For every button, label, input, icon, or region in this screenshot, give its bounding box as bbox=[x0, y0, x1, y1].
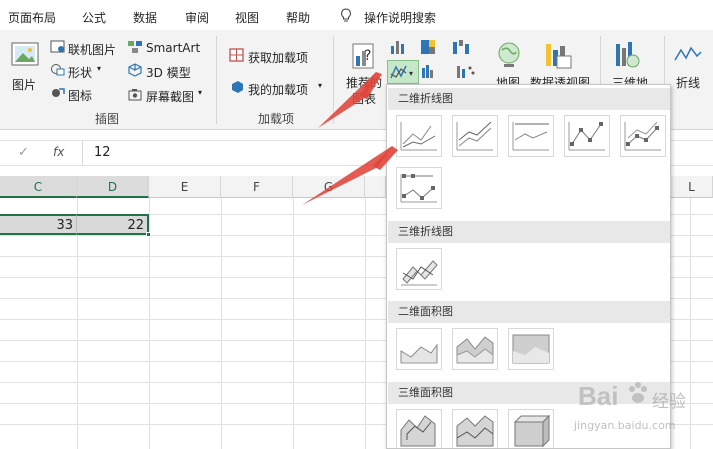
icons-button[interactable]: 图标 bbox=[68, 87, 92, 104]
function-icon[interactable]: fx bbox=[53, 145, 64, 159]
section-3d-line-header: 三维折线图 bbox=[388, 221, 670, 243]
chart-option-100-line-markers[interactable] bbox=[396, 167, 442, 209]
recommended-charts-icon[interactable]: ? bbox=[350, 42, 378, 75]
my-addins-button[interactable]: 我的加载项 bbox=[248, 81, 308, 98]
column-header-f[interactable]: F bbox=[221, 176, 293, 198]
chart-option-3d-stacked-area[interactable] bbox=[452, 409, 498, 448]
chart-option-3d-area[interactable] bbox=[396, 409, 442, 448]
chart-option-stacked-line[interactable] bbox=[452, 115, 498, 157]
my-addins-dropdown-icon[interactable]: ▾ bbox=[318, 81, 322, 90]
model-3d-button[interactable]: 3D 模型 bbox=[146, 64, 191, 81]
chart-option-stacked-area[interactable] bbox=[452, 328, 498, 370]
online-picture-icon[interactable] bbox=[50, 40, 66, 57]
column-header-d[interactable]: D bbox=[77, 176, 149, 198]
menu-view[interactable]: 视图 bbox=[235, 9, 259, 26]
line-chart-icon[interactable]: ▾ bbox=[387, 60, 419, 84]
icons-icon[interactable] bbox=[50, 86, 66, 103]
enter-check-icon[interactable]: ✓ bbox=[18, 145, 29, 160]
formula-divider bbox=[82, 141, 83, 165]
recommended-charts-label-1[interactable]: 推荐的 bbox=[346, 74, 382, 91]
smartart-button[interactable]: SmartArt bbox=[146, 41, 200, 55]
map-3d-icon[interactable] bbox=[612, 40, 642, 73]
column-header-l[interactable]: L bbox=[671, 176, 713, 198]
hierarchy-chart-icon[interactable] bbox=[419, 38, 439, 59]
column-header-hidden[interactable] bbox=[365, 176, 386, 198]
menu-help[interactable]: 帮助 bbox=[286, 9, 310, 26]
chart-option-stacked-line-markers[interactable] bbox=[620, 115, 666, 157]
screenshot-dropdown-icon[interactable]: ▾ bbox=[198, 88, 202, 97]
get-addins-button[interactable]: 获取加载项 bbox=[248, 49, 308, 66]
column-header-c[interactable]: C bbox=[0, 176, 77, 198]
tell-me-search[interactable]: 操作说明搜索 bbox=[364, 9, 436, 26]
paw-icon bbox=[626, 381, 650, 410]
shapes-icon[interactable] bbox=[50, 63, 66, 80]
chart-option-line[interactable] bbox=[396, 115, 442, 157]
chart-option-line-markers[interactable] bbox=[564, 115, 610, 157]
group-separator bbox=[333, 36, 334, 124]
column-header-e[interactable]: E bbox=[149, 176, 221, 198]
chart-option-3d-line[interactable] bbox=[396, 248, 442, 290]
my-addins-icon[interactable] bbox=[229, 80, 245, 97]
screenshot-button[interactable]: 屏幕截图 bbox=[146, 88, 194, 105]
section-2d-line-header: 二维折线图 bbox=[388, 88, 670, 110]
chart-option-area[interactable] bbox=[396, 328, 442, 370]
svg-text:?: ? bbox=[364, 48, 371, 64]
menu-bar: 页面布局 公式 数据 审阅 视图 帮助 操作说明搜索 bbox=[0, 0, 713, 30]
store-icon[interactable] bbox=[229, 48, 245, 65]
menu-review[interactable]: 审阅 bbox=[185, 9, 209, 26]
maps-globe-icon[interactable] bbox=[496, 40, 522, 73]
cube-3d-icon[interactable] bbox=[127, 63, 143, 80]
cell-d-value[interactable]: 22 bbox=[77, 214, 149, 235]
online-picture-button[interactable]: 联机图片 bbox=[68, 41, 116, 58]
addins-group-label: 加载项 bbox=[258, 112, 295, 126]
smartart-icon[interactable] bbox=[127, 40, 143, 57]
shapes-button[interactable]: 形状 bbox=[68, 64, 92, 81]
group-separator bbox=[216, 36, 217, 124]
shapes-dropdown-icon[interactable]: ▾ bbox=[97, 64, 101, 73]
picture-button[interactable]: 图片 bbox=[12, 76, 36, 93]
watermark-brand: Bai bbox=[578, 381, 619, 411]
menu-page-layout[interactable]: 页面布局 bbox=[8, 9, 56, 26]
scatter-chart-icon[interactable] bbox=[455, 62, 477, 83]
section-2d-area-header: 二维面积图 bbox=[388, 301, 670, 323]
fill-handle[interactable] bbox=[146, 232, 151, 237]
watermark-url: jingyan.baidu.com bbox=[574, 419, 676, 432]
picture-icon[interactable] bbox=[10, 40, 42, 73]
pivot-chart-icon[interactable] bbox=[543, 40, 573, 73]
waterfall-chart-icon[interactable] bbox=[451, 38, 475, 59]
column-chart-icon[interactable] bbox=[389, 38, 409, 59]
formula-input[interactable]: 12 bbox=[94, 145, 111, 160]
lightbulb-icon[interactable] bbox=[340, 8, 352, 27]
chart-option-100-stacked-line[interactable] bbox=[508, 115, 554, 157]
watermark-suffix: 经验 bbox=[652, 392, 686, 412]
chart-option-3d-100-area[interactable] bbox=[508, 409, 554, 448]
recommended-charts-label-2[interactable]: 图表 bbox=[352, 90, 376, 107]
svg-text:▾: ▾ bbox=[409, 69, 413, 78]
screenshot-icon[interactable] bbox=[127, 87, 143, 104]
cell-c-value[interactable]: 33 bbox=[0, 214, 77, 235]
sparkline-line-button[interactable]: 折线 bbox=[676, 74, 700, 91]
column-header-g[interactable]: G bbox=[293, 176, 365, 198]
baidu-watermark: Bai 经验 jingyan.baidu.com bbox=[570, 375, 710, 445]
illustrations-group-label: 插图 bbox=[95, 112, 120, 126]
menu-data[interactable]: 数据 bbox=[133, 9, 157, 26]
sparkline-line-icon[interactable] bbox=[673, 44, 703, 69]
menu-formulas[interactable]: 公式 bbox=[82, 9, 106, 26]
chart-option-100-stacked-area[interactable] bbox=[508, 328, 554, 370]
stat-chart-icon[interactable] bbox=[420, 62, 440, 83]
